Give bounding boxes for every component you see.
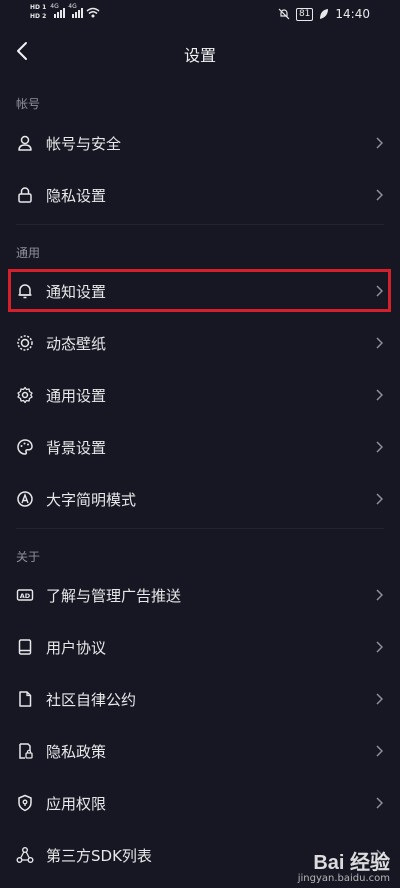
setting-item-app-permissions[interactable]: 应用权限: [0, 780, 400, 826]
watermark-url: jingyan.baidu.com: [297, 873, 390, 884]
status-left: HD 1 HD 2 4G 4G: [30, 3, 100, 21]
mute-bell-icon: [278, 8, 290, 20]
network-type-2: 4G: [68, 3, 77, 10]
setting-item-live-wallpaper[interactable]: 动态壁纸: [0, 320, 400, 366]
chevron-right-icon: [376, 641, 383, 653]
header: 设置: [0, 30, 400, 74]
setting-item-large-font-mode[interactable]: 大字简明模式: [0, 476, 400, 522]
chevron-right-icon: [376, 441, 383, 453]
chevron-right-icon: [376, 337, 383, 349]
wallpaper-icon: [16, 334, 34, 352]
signal-icon-2: 4G: [68, 3, 84, 18]
section-divider: [16, 224, 384, 225]
hd1-indicator: HD 1: [30, 4, 47, 11]
lock-icon: [16, 186, 34, 204]
book-icon: [16, 638, 34, 656]
chevron-right-icon: [376, 745, 383, 757]
chevron-right-icon: [376, 389, 383, 401]
gear-icon: [16, 386, 34, 404]
network-icon: [16, 846, 34, 864]
privacy-policy-icon: [16, 742, 34, 760]
setting-item-user-agreement[interactable]: 用户协议: [0, 624, 400, 670]
status-bar: HD 1 HD 2 4G 4G 81 14:40: [0, 0, 400, 30]
chevron-right-icon: [376, 589, 383, 601]
user-icon: [16, 134, 34, 152]
item-label: 社区自律公约: [46, 690, 137, 709]
chevron-right-icon: [376, 693, 383, 705]
chevron-right-icon: [376, 189, 383, 201]
ad-icon: AD: [16, 586, 34, 604]
setting-item-account-security[interactable]: 帐号与安全: [0, 120, 400, 166]
item-label: 背景设置: [46, 438, 107, 457]
setting-item-general-settings[interactable]: 通用设置: [0, 372, 400, 418]
signal-icon: 4G: [50, 3, 66, 18]
setting-item-ad-management[interactable]: AD 了解与管理广告推送: [0, 572, 400, 618]
leaf-icon: [320, 9, 329, 19]
page-title: 设置: [183, 46, 216, 65]
watermark-logo: Bai 经验: [313, 852, 390, 874]
section-label-about: 关于: [16, 550, 41, 564]
item-label: 用户协议: [46, 638, 107, 657]
item-label: 通用设置: [46, 386, 107, 405]
watermark: Bai 经验 jingyan.baidu.com: [298, 846, 390, 884]
item-label: 大字简明模式: [46, 490, 137, 509]
section-label-account: 帐号: [16, 97, 41, 111]
chevron-right-icon: [376, 137, 383, 149]
shield-icon: [16, 794, 34, 812]
item-label: 隐私设置: [46, 186, 107, 205]
highlight-box: [8, 269, 391, 312]
item-label: 帐号与安全: [46, 134, 122, 153]
clock: 14:40: [335, 7, 370, 21]
section-divider: [16, 528, 384, 529]
svg-text:AD: AD: [20, 592, 31, 600]
document-icon: [16, 690, 34, 708]
network-type-1: 4G: [50, 3, 59, 10]
hd2-indicator: HD 2: [30, 13, 47, 20]
wifi-icon: [86, 7, 100, 18]
font-size-icon: [16, 490, 34, 508]
setting-item-background-settings[interactable]: 背景设置: [0, 424, 400, 470]
setting-item-community-guidelines[interactable]: 社区自律公约: [0, 676, 400, 722]
battery-indicator: 81: [295, 7, 314, 21]
palette-icon: [16, 438, 34, 456]
item-label: 应用权限: [46, 794, 107, 813]
item-label: 了解与管理广告推送: [46, 586, 182, 605]
chevron-right-icon: [376, 493, 383, 505]
item-label: 动态壁纸: [46, 334, 107, 353]
section-label-general: 通用: [16, 246, 41, 260]
item-label: 第三方SDK列表: [46, 846, 152, 865]
chevron-right-icon: [376, 797, 383, 809]
setting-item-privacy-policy[interactable]: 隐私政策: [0, 728, 400, 774]
setting-item-privacy-settings[interactable]: 隐私设置: [0, 172, 400, 218]
item-label: 隐私政策: [46, 742, 107, 761]
status-right: 81 14:40: [278, 7, 370, 21]
